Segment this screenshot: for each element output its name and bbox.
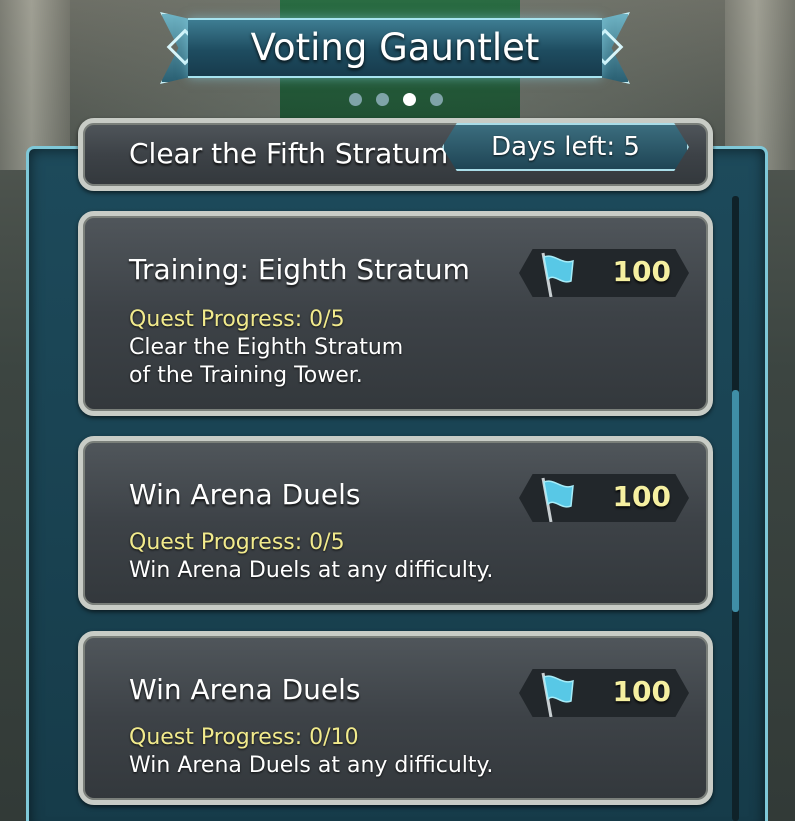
quest-card[interactable]: Training: Eighth Stratum Quest Progress:… xyxy=(78,211,713,416)
reward-value: 100 xyxy=(612,675,671,708)
reward-value: 100 xyxy=(612,480,671,513)
reward-badge: 100 xyxy=(519,669,689,717)
quest-card[interactable]: Win Arena Duels Quest Progress: 0/10 Win… xyxy=(78,631,713,805)
reward-value: 100 xyxy=(612,255,671,288)
reward-badge: 100 xyxy=(519,474,689,522)
reward-badge: 100 xyxy=(519,249,689,297)
quest-list: Clear the Fifth Stratum of the Training:… xyxy=(0,0,795,821)
quest-card[interactable]: Win Arena Duels Quest Progress: 0/5 Win … xyxy=(78,436,713,610)
quest-description: Win Arena Duels at any difficulty. xyxy=(129,557,549,585)
quest-description-line: Clear the Eighth Stratum xyxy=(129,335,404,360)
blue-flag-icon xyxy=(541,252,574,297)
quest-progress: Quest Progress: 0/5 xyxy=(129,530,345,555)
quest-title: Win Arena Duels xyxy=(129,478,361,511)
days-left-badge: Days left: 5 xyxy=(442,123,689,171)
quest-progress: Quest Progress: 0/5 xyxy=(129,307,345,332)
quest-description-line: Win Arena Duels at any difficulty. xyxy=(129,558,494,583)
quest-progress: Quest Progress: 0/10 xyxy=(129,725,359,750)
quest-description: Win Arena Duels at any difficulty. xyxy=(129,752,549,780)
quest-description-line: of the Training Tower. xyxy=(129,363,363,388)
quest-title: Training: Eighth Stratum xyxy=(129,253,470,286)
quest-title: Win Arena Duels xyxy=(129,673,361,706)
blue-flag-icon xyxy=(541,672,574,717)
quest-description-line: Win Arena Duels at any difficulty. xyxy=(129,753,494,778)
blue-flag-icon xyxy=(541,477,574,522)
quest-description: Clear the Eighth Stratum of the Training… xyxy=(129,334,549,390)
